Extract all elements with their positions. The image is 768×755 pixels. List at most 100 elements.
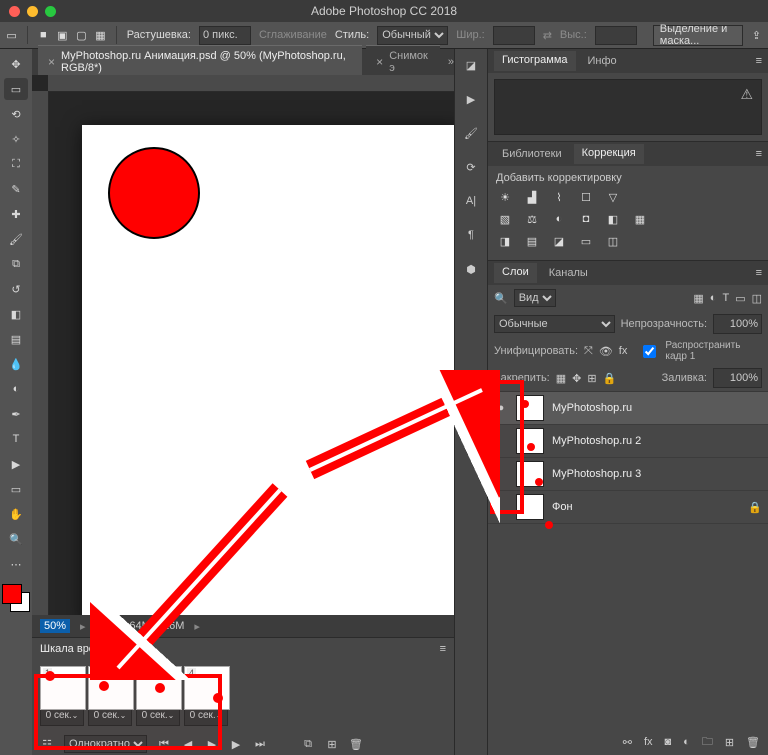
selective-color-icon[interactable]: ◫: [604, 232, 622, 250]
zoom-tool-icon[interactable]: 🔍: [4, 528, 28, 550]
gradient-tool-icon[interactable]: ▤: [4, 328, 28, 350]
new-layer-icon[interactable]: ⊞: [725, 736, 734, 749]
lock-pixels-icon[interactable]: ▦: [556, 372, 566, 385]
shape-tool-icon[interactable]: ▭: [4, 478, 28, 500]
actions-panel-icon[interactable]: ▶: [461, 89, 481, 109]
layer-name[interactable]: MyPhotoshop.ru 2: [552, 435, 762, 447]
character-panel-icon[interactable]: A|: [461, 191, 481, 211]
pen-tool-icon[interactable]: ✒: [4, 403, 28, 425]
unify-visibility-icon[interactable]: 👁: [599, 345, 613, 358]
filter-adjust-icon[interactable]: ◐: [710, 292, 717, 304]
layer-row[interactable]: MyPhotoshop.ru 3: [488, 458, 768, 491]
clone-stamp-tool-icon[interactable]: ⧉: [4, 253, 28, 275]
threshold-icon[interactable]: ◪: [550, 232, 568, 250]
ruler-vertical[interactable]: [32, 91, 49, 615]
filter-type-icon[interactable]: T: [722, 292, 729, 304]
photo-filter-icon[interactable]: ◘: [577, 210, 595, 228]
edit-toolbar-icon[interactable]: ⋯: [4, 553, 28, 575]
gradient-map-icon[interactable]: ▭: [577, 232, 595, 250]
move-tool-icon[interactable]: ✥: [4, 53, 28, 75]
tab-libraries[interactable]: Библиотеки: [494, 145, 570, 163]
tab-layers[interactable]: Слои: [494, 263, 537, 283]
curves-icon[interactable]: ⌇: [550, 188, 568, 206]
layer-fx-icon[interactable]: fx: [644, 736, 653, 748]
lock-position-icon[interactable]: ✥: [572, 372, 581, 385]
feather-input[interactable]: [199, 26, 251, 45]
selection-intersect-icon[interactable]: ▦: [95, 27, 106, 43]
ruler-horizontal[interactable]: [48, 75, 454, 92]
next-frame-icon[interactable]: ▶: [229, 737, 243, 751]
new-adjustment-icon[interactable]: ◐: [683, 736, 690, 748]
brightness-icon[interactable]: ☀: [496, 188, 514, 206]
zoom-indicator[interactable]: 50%: [40, 619, 70, 633]
panel-menu-icon[interactable]: ≡: [756, 55, 762, 67]
share-icon[interactable]: ⇪: [751, 27, 762, 43]
hue-icon[interactable]: ▧: [496, 210, 514, 228]
style-select[interactable]: Обычный: [377, 26, 448, 45]
tween-icon[interactable]: ⧉: [301, 737, 315, 751]
close-icon[interactable]: ×: [48, 55, 55, 69]
new-group-icon[interactable]: 🗀: [702, 733, 713, 752]
eyedropper-tool-icon[interactable]: ✎: [4, 178, 28, 200]
color-balance-icon[interactable]: ⚖: [523, 210, 541, 228]
panel-menu-icon[interactable]: ≡: [756, 148, 762, 160]
dodge-tool-icon[interactable]: ◐: [4, 378, 28, 400]
exposure-icon[interactable]: ☐: [577, 188, 595, 206]
path-select-tool-icon[interactable]: ▶: [4, 453, 28, 475]
color-swatches[interactable]: [2, 584, 30, 612]
close-icon[interactable]: ×: [376, 55, 383, 69]
unify-position-icon[interactable]: ⤧: [584, 345, 593, 358]
paragraph-panel-icon[interactable]: ¶: [461, 225, 481, 245]
magic-wand-tool-icon[interactable]: ✧: [4, 128, 28, 150]
warning-icon[interactable]: ⚠: [740, 86, 753, 103]
tab-channels[interactable]: Каналы: [541, 264, 596, 282]
foreground-color-swatch[interactable]: [2, 584, 22, 604]
opacity-input[interactable]: [713, 314, 762, 334]
channel-mixer-icon[interactable]: ◧: [604, 210, 622, 228]
lasso-tool-icon[interactable]: ⟲: [4, 103, 28, 125]
filter-kind-select[interactable]: Вид: [514, 289, 556, 307]
history-panel-icon[interactable]: ◪: [461, 55, 481, 75]
eraser-tool-icon[interactable]: ◧: [4, 303, 28, 325]
last-frame-icon[interactable]: ⏭: [253, 737, 267, 751]
tab-info[interactable]: Инфо: [580, 52, 625, 70]
lock-all-icon[interactable]: 🔒: [603, 372, 617, 385]
vibrance-icon[interactable]: ▽: [604, 188, 622, 206]
3d-panel-icon[interactable]: ⬢: [461, 259, 481, 279]
invert-icon[interactable]: ◨: [496, 232, 514, 250]
filter-shape-icon[interactable]: ▭: [735, 292, 745, 305]
document-tab[interactable]: × Снимок э: [366, 45, 440, 79]
delete-layer-icon[interactable]: 🗑: [746, 736, 760, 749]
type-tool-icon[interactable]: T: [4, 428, 28, 450]
tab-adjustments[interactable]: Коррекция: [574, 144, 644, 164]
hand-tool-icon[interactable]: ✋: [4, 503, 28, 525]
canvas-area[interactable]: [32, 75, 454, 615]
layer-row[interactable]: MyPhotoshop.ru 2: [488, 425, 768, 458]
layer-name[interactable]: MyPhotoshop.ru 3: [552, 468, 762, 480]
panel-menu-icon[interactable]: ≡: [440, 643, 446, 655]
crop-tool-icon[interactable]: ⛶: [4, 153, 28, 175]
layer-row[interactable]: ● MyPhotoshop.ru: [488, 392, 768, 425]
marquee-tool-icon[interactable]: ▭: [4, 78, 28, 100]
blur-tool-icon[interactable]: 💧: [4, 353, 28, 375]
history-brush-tool-icon[interactable]: ↺: [4, 278, 28, 300]
filter-smart-icon[interactable]: ◫: [752, 292, 762, 305]
levels-icon[interactable]: ▟: [523, 188, 541, 206]
lock-artboard-icon[interactable]: ⊞: [587, 372, 596, 385]
posterize-icon[interactable]: ▤: [523, 232, 541, 250]
fill-input[interactable]: [713, 368, 762, 388]
selection-new-icon[interactable]: ■: [38, 27, 49, 43]
new-frame-icon[interactable]: ⊞: [325, 737, 339, 751]
brush-tool-icon[interactable]: 🖌: [4, 228, 28, 250]
tab-histogram[interactable]: Гистограмма: [494, 51, 576, 71]
selection-add-icon[interactable]: ▣: [57, 27, 68, 43]
layer-name[interactable]: MyPhotoshop.ru: [552, 402, 762, 414]
filter-pixel-icon[interactable]: ▦: [693, 292, 703, 305]
delete-frame-icon[interactable]: 🗑: [349, 737, 363, 751]
propagate-checkbox[interactable]: [643, 345, 656, 358]
document-canvas[interactable]: [82, 125, 454, 615]
brushes-panel-icon[interactable]: 🖌: [461, 123, 481, 143]
blend-mode-select[interactable]: Обычные: [494, 315, 615, 333]
healing-brush-tool-icon[interactable]: ✚: [4, 203, 28, 225]
selection-subtract-icon[interactable]: ▢: [76, 27, 87, 43]
